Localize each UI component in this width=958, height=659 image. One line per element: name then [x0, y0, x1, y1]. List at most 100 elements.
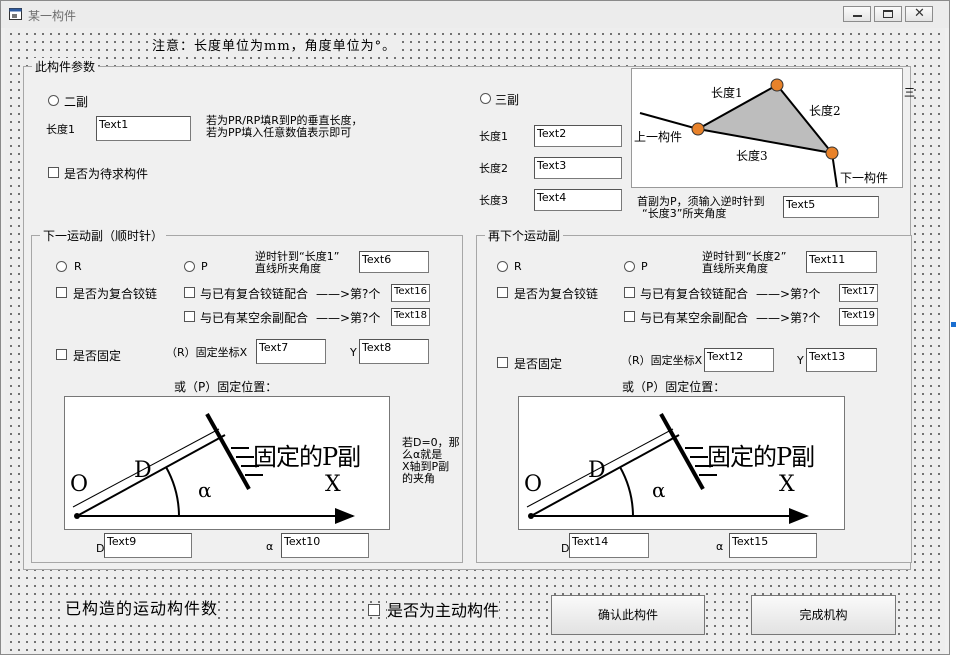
after-match-slot-checkbox[interactable] [624, 311, 635, 322]
edge-clipped-char: 三 [904, 86, 915, 99]
binary-radio[interactable] [48, 95, 59, 106]
p-pair-guide [659, 413, 705, 490]
after-compound-checkbox[interactable] [497, 287, 508, 298]
joint-dot [770, 78, 784, 92]
triangle-length3-label: 长度3 [736, 149, 768, 163]
diagram-alpha-label: α [198, 478, 212, 502]
app-icon [9, 8, 22, 20]
driver-checkbox[interactable] [368, 604, 380, 616]
binary-note-line2: 若为PP填入任意数值表示即可 [206, 126, 352, 139]
ternary-link-diagram: 长度1 长度2 长度3 上一构件 下一构件 [631, 68, 903, 188]
next-compound-checkbox[interactable] [56, 287, 67, 298]
alpha-arc [619, 466, 634, 517]
next-d-input[interactable]: Text9 [104, 533, 192, 558]
title-bar: 某一构件 ✕ [1, 1, 949, 28]
side-note-line4: 的夹角 [402, 472, 435, 485]
next-fixed-x-label: （R）固定坐标X [166, 346, 248, 359]
window-title: 某一构件 [28, 9, 77, 23]
after-match-compound-input[interactable]: Text17 [839, 284, 878, 302]
after-pair-frame-label: 再下个运动副 [485, 227, 564, 244]
after-fixed-checkbox[interactable] [497, 357, 508, 368]
unit-notice: 注意：长度单位为mm，角度单位为°。 [152, 35, 397, 54]
maximize-button[interactable] [874, 6, 902, 22]
after-alpha-input[interactable]: Text15 [729, 533, 817, 558]
next-match-slot-label: 与已有某空余副配合 [200, 309, 309, 326]
after-match-compound-label: 与已有复合铰链配合 [640, 285, 749, 302]
diagram-o-label: O [70, 472, 89, 497]
diagram-title: 固定的P副 [253, 443, 361, 471]
next-pair-frame: 下一运动副（顺时针） R P 逆时针到“长度1” 直线所夹角度 Text6 是否… [31, 227, 463, 563]
triangle-prev-label: 上一构件 [634, 130, 683, 144]
minimize-button[interactable] [843, 6, 871, 22]
close-icon: ✕ [914, 6, 925, 21]
diagram-title: 固定的P副 [707, 443, 815, 471]
after-match-slot-label: 与已有某空余副配合 [640, 309, 749, 326]
close-button[interactable]: ✕ [905, 6, 933, 22]
prev-link-line [639, 112, 699, 130]
t-length3-input[interactable]: Text4 [534, 189, 622, 211]
after-alpha-label: α [716, 540, 724, 553]
ternary-radio-label: 三副 [495, 91, 520, 108]
diagram-o-label: O [524, 472, 543, 497]
next-match-compound-arrow: ——>第?个 [316, 285, 381, 302]
next-pair-frame-label: 下一运动副（顺时针） [40, 227, 167, 244]
ternary-radio[interactable] [480, 93, 491, 104]
after-match-slot-input[interactable]: Text19 [839, 308, 878, 326]
next-angle-input[interactable]: Text6 [359, 251, 429, 273]
diagram-alpha-label: α [652, 478, 666, 502]
next-match-compound-label: 与已有复合铰链配合 [200, 285, 309, 302]
alpha-arc [165, 466, 180, 517]
next-fixed-y-input[interactable]: Text8 [359, 339, 429, 364]
after-fixed-x-input[interactable]: Text12 [704, 348, 774, 372]
finish-mechanism-button[interactable]: 完成机构 [751, 595, 896, 635]
dialog-window: 某一构件 ✕ 注意：长度单位为mm，角度单位为°。 此构件参数 二副 长度1 T… [0, 0, 950, 655]
next-r-label: R [74, 260, 82, 273]
after-fixed-y-input[interactable]: Text13 [806, 348, 877, 372]
confirm-component-button[interactable]: 确认此构件 [551, 595, 705, 635]
next-match-compound-checkbox[interactable] [184, 287, 195, 298]
diagram-x-label: X [325, 472, 341, 497]
pending-checkbox[interactable] [48, 167, 59, 178]
after-r-radio[interactable] [497, 261, 508, 272]
p-angle-input[interactable]: Text5 [783, 196, 879, 218]
next-fixed-checkbox[interactable] [56, 349, 67, 360]
next-match-slot-input[interactable]: Text18 [391, 308, 430, 326]
next-alpha-input[interactable]: Text10 [281, 533, 369, 558]
next-p-radio[interactable] [184, 261, 195, 272]
t-length2-label: 长度2 [479, 162, 508, 175]
origin-dot [74, 513, 80, 519]
triangle-length1-label: 长度1 [711, 86, 743, 100]
after-match-slot-arrow: ——>第?个 [756, 309, 821, 326]
next-match-compound-input[interactable]: Text16 [391, 284, 430, 302]
pending-checkbox-label: 是否为待求构件 [64, 165, 149, 182]
resize-handle[interactable] [951, 322, 956, 327]
joint-dot [691, 122, 705, 136]
after-angle-input[interactable]: Text11 [806, 251, 877, 273]
binary-radio-label: 二副 [64, 93, 89, 110]
next-y-label: Y [350, 346, 357, 359]
minimize-icon [853, 15, 862, 17]
next-fixed-x-input[interactable]: Text7 [256, 339, 326, 364]
after-p-radio[interactable] [624, 261, 635, 272]
t-length1-input[interactable]: Text2 [534, 125, 622, 147]
after-match-compound-arrow: ——>第?个 [756, 285, 821, 302]
next-compound-label: 是否为复合铰链 [73, 285, 158, 302]
params-frame-label: 此构件参数 [32, 58, 99, 75]
after-p-diagram: 固定的P副 O D α X [518, 396, 845, 530]
length1-input[interactable]: Text1 [96, 116, 191, 141]
after-d-input[interactable]: Text14 [569, 533, 649, 558]
length1-label: 长度1 [46, 123, 75, 136]
next-r-radio[interactable] [56, 261, 67, 272]
next-angle-note-line2: 直线所夹角度 [255, 262, 321, 275]
after-angle-note-line2: 直线所夹角度 [702, 262, 768, 275]
diagram-d-label: D [134, 458, 152, 483]
after-match-compound-checkbox[interactable] [624, 287, 635, 298]
maximize-icon [883, 10, 893, 18]
after-p-label: P [641, 260, 648, 273]
t-length2-input[interactable]: Text3 [534, 157, 622, 179]
origin-dot [528, 513, 534, 519]
after-pair-frame: 再下个运动副 R P 逆时针到“长度2” 直线所夹角度 Text11 是否为复合… [476, 227, 912, 563]
next-match-slot-arrow: ——>第?个 [316, 309, 381, 326]
next-match-slot-checkbox[interactable] [184, 311, 195, 322]
triangle-length2-label: 长度2 [809, 104, 841, 118]
